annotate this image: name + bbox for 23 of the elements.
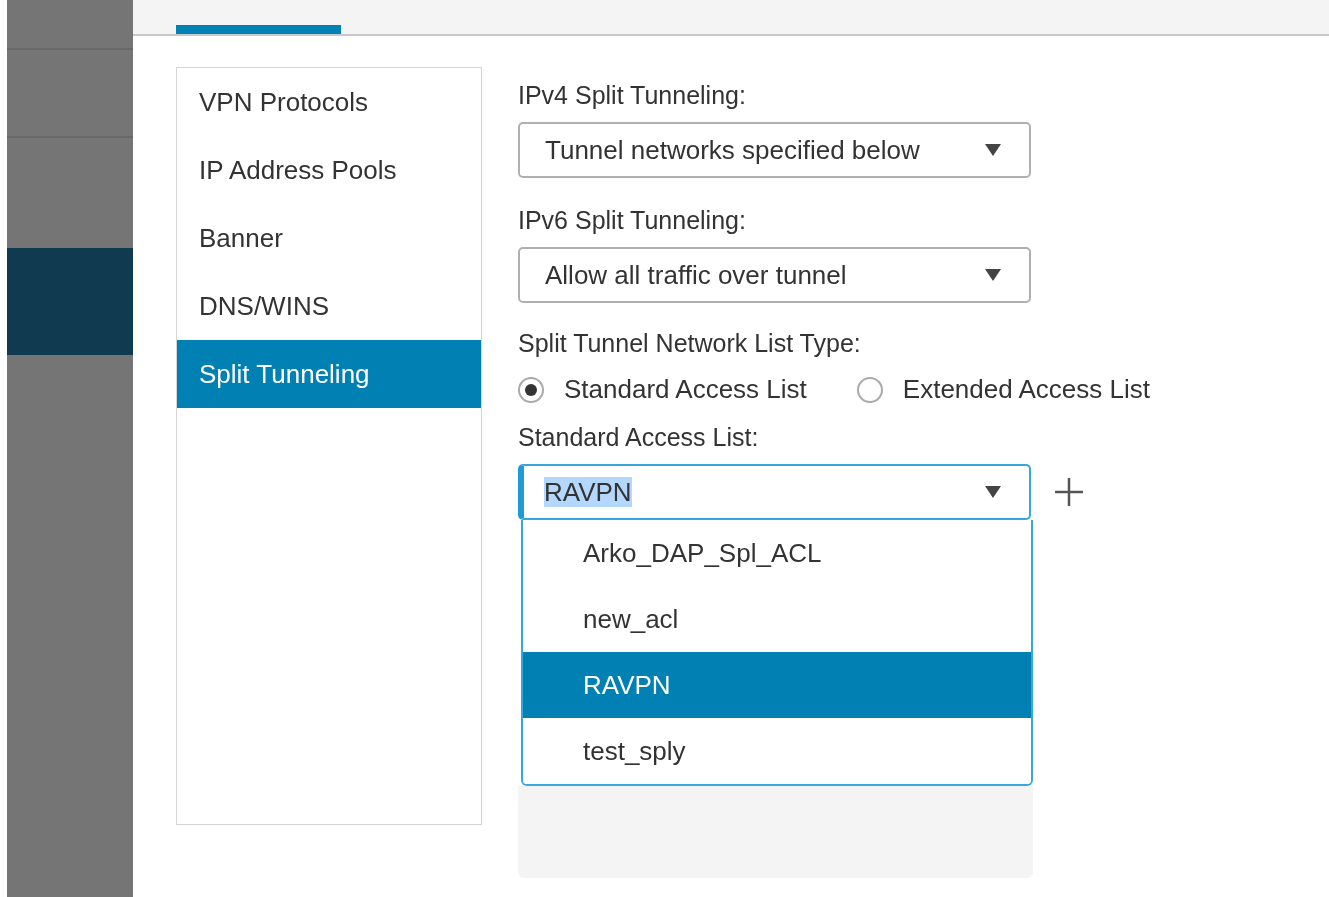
nav-item[interactable]: VPN Protocols — [177, 68, 481, 136]
nav-item[interactable]: Split Tunneling — [177, 340, 481, 408]
radio-label: Extended Access List — [902, 374, 1150, 405]
access-list-select[interactable]: RAVPN — [518, 464, 1031, 520]
nav-item[interactable]: DNS/WINS — [177, 272, 481, 340]
field-label: Split Tunnel Network List Type: — [518, 329, 862, 358]
caret-icon — [985, 486, 1001, 498]
radio-option[interactable]: Standard Access List — [518, 374, 807, 405]
ipv4-select[interactable]: Tunnel networks specified below — [518, 122, 1031, 178]
nav-item[interactable]: IP Address Pools — [177, 136, 481, 204]
radio-label: Standard Access List — [564, 374, 807, 405]
ipv6-select[interactable]: Allow all traffic over tunnel — [518, 247, 1031, 303]
field-label: IPv6 Split Tunneling: — [518, 206, 747, 235]
caret-icon — [985, 144, 1001, 156]
radio-icon[interactable] — [518, 376, 544, 403]
field-label: IPv4 Split Tunneling: — [518, 81, 747, 110]
nav-item[interactable]: Banner — [177, 204, 481, 272]
radio-icon[interactable] — [856, 376, 883, 403]
dropdown-option[interactable]: RAVPN — [523, 652, 1031, 718]
radio-option[interactable]: Extended Access List — [856, 374, 1150, 405]
field-label: Standard Access List: — [518, 423, 760, 452]
caret-icon — [985, 269, 1001, 281]
add-icon[interactable] — [1053, 476, 1085, 508]
